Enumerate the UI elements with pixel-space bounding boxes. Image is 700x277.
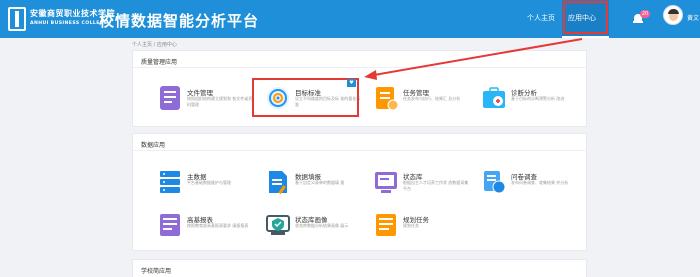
app-desc: 规划任务 — [403, 223, 419, 228]
report-icon — [160, 214, 180, 236]
app-desc: 按照教育部高基报表要求 填报报表 — [187, 223, 249, 228]
nav-highlight-box — [563, 1, 608, 34]
app-desc: 发布问卷调查、收集结果 并分析 — [511, 180, 569, 185]
section-title: 数据应用 — [141, 142, 166, 149]
active-tab-indicator — [562, 36, 609, 38]
section-divider — [133, 150, 586, 151]
username[interactable]: 黄文 — [687, 13, 699, 22]
planning-icon — [376, 214, 396, 236]
document-list-icon — [160, 86, 180, 110]
form-edit-icon — [269, 171, 287, 195]
survey-icon — [484, 171, 506, 194]
user-avatar[interactable] — [663, 5, 683, 25]
target-standard-highlight-box — [252, 78, 359, 117]
app-high-base-report[interactable]: 高基报表 按照教育部高基报表要求 填报报表 — [157, 212, 257, 246]
app-task-management[interactable]: 任务管理 任务发布与执行、结果汇 总分析 — [373, 85, 473, 119]
task-clipboard-icon — [376, 87, 399, 111]
app-master-data[interactable]: 主数据 平台基础数据维护与管理 — [157, 169, 257, 203]
app-desc: 按照组织结构建立规划和 各文件或资料管理 — [187, 96, 253, 107]
section-title: 质量管理应用 — [141, 59, 178, 66]
school-app-section: 学校简应用 — [132, 259, 587, 277]
app-diagnostic-analysis[interactable]: 诊断分析 基于目标的诊断预警分析 改进 — [481, 85, 581, 119]
section-title: 学校简应用 — [141, 268, 172, 275]
database-icon — [160, 171, 180, 193]
app-desc: 平台基础数据维护与管理 — [187, 180, 231, 185]
app-desc: 根据自主人才培养工作状 态数据采集平台 — [403, 180, 469, 191]
app-desc: 基于目标的诊断预警分析 改进 — [511, 96, 565, 101]
app-data-reporting[interactable]: 数据填报 基于自定义表单的数据填 报 — [265, 169, 365, 203]
data-application-section: 数据应用 主数据 平台基础数据维护与管理 数据填报 基于自定义表单的数据填 报 … — [132, 133, 587, 251]
app-file-management[interactable]: 文件管理 按照组织结构建立规划和 各文件或资料管理 — [157, 85, 257, 119]
school-name-en: ANHUI BUSINESS COLLEGE — [30, 21, 108, 26]
favorite-corner-badge[interactable]: ♥ — [347, 79, 356, 87]
breadcrumb: 个人主页 / 应用中心 — [132, 42, 177, 48]
profile-shield-icon — [266, 215, 290, 235]
nav-personal-home[interactable]: 个人主页 — [527, 13, 555, 23]
app-status-library[interactable]: 状态库 根据自主人才培养工作状 态数据采集平台 — [373, 169, 473, 203]
section-divider — [133, 67, 586, 68]
app-title: 校情数据智能分析平台 — [99, 12, 260, 30]
app-status-profile[interactable]: 状态库画像 状态库数据分析结果画像 展示 — [265, 212, 365, 246]
app-planning-task[interactable]: 规划任务 规划任务 — [373, 212, 473, 246]
notification-count-badge: 20 — [640, 10, 650, 18]
app-desc: 基于自定义表单的数据填 报 — [295, 180, 345, 185]
app-desc: 任务发布与执行、结果汇 总分析 — [403, 96, 461, 101]
medical-kit-icon — [483, 87, 505, 108]
school-logo-icon — [8, 7, 26, 31]
app-desc: 状态库数据分析结果画像 展示 — [295, 223, 349, 228]
status-library-icon — [375, 172, 397, 193]
quality-management-section: 质量管理应用 文件管理 按照组织结构建立规划和 各文件或资料管理 目标标准 设立… — [132, 50, 587, 127]
app-survey[interactable]: 问卷调查 发布问卷调查、收集结果 并分析 — [481, 169, 581, 203]
